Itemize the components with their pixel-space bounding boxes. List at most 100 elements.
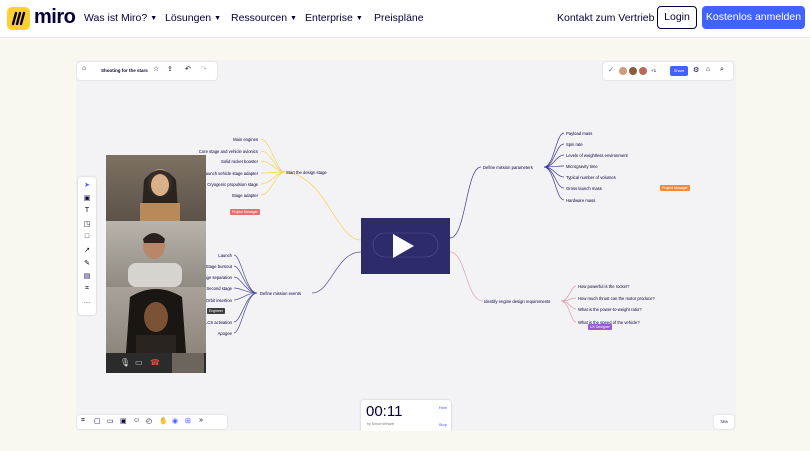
miro-logo-icon[interactable] [7, 7, 30, 30]
timer-widget: 00:11 by Simon Weaver Hide Stop [361, 400, 451, 431]
cursor-tag: Project Manager [230, 209, 260, 215]
chevron-down-icon: ▼ [355, 15, 363, 22]
leaf-label[interactable]: Microgravity time [566, 164, 598, 169]
timer-value: 00:11 [366, 403, 403, 420]
pen-icon[interactable]: ✎ [78, 259, 96, 267]
nav-item-was-ist-miro[interactable]: Was ist Miro? ▼ [84, 12, 157, 24]
home-icon[interactable]: ⌂ [82, 65, 86, 72]
participant-video [106, 221, 206, 287]
leaf-label[interactable]: Stage adapter [232, 193, 259, 198]
participant-video [106, 287, 206, 353]
login-button[interactable]: Login [657, 6, 697, 29]
comment-icon[interactable]: ▤ [78, 272, 96, 280]
more-collaborators-count[interactable]: +1 [651, 68, 656, 73]
star-icon[interactable]: ☆ [153, 65, 159, 73]
branch-label[interactable]: Define mission events [260, 291, 301, 296]
leaf-label[interactable]: Apogee [218, 331, 233, 336]
leaf-label[interactable]: Launch [218, 253, 232, 258]
video-player[interactable] [361, 218, 450, 274]
undo-icon[interactable]: ↶ [185, 65, 191, 73]
comments-icon[interactable]: ▢ [94, 417, 101, 425]
chat-icon[interactable]: ▭ [107, 417, 114, 425]
leaf-label[interactable]: Cryogenic propulsion stage [207, 182, 258, 187]
branch-label[interactable]: Define mission parameters [483, 165, 533, 170]
nav-item-enterprise[interactable]: Enterprise ▼ [305, 12, 363, 24]
leaf-label[interactable]: Stage burnout [206, 264, 233, 269]
nav-item-preisplaene[interactable]: Preispläne [374, 12, 424, 24]
frame-icon[interactable]: ▣ [78, 194, 96, 202]
leaf-label[interactable]: Payload mass [566, 131, 592, 136]
leaf-label[interactable]: Second stage [206, 286, 232, 291]
avatar[interactable] [638, 66, 648, 76]
participant-avatar-icon [126, 289, 186, 353]
branch-label[interactable]: Identify engine design requirements [484, 299, 550, 304]
share-button[interactable]: Share [670, 66, 688, 76]
zoom-level[interactable]: 78% [714, 415, 734, 429]
timer-stop-button[interactable]: Stop [439, 422, 447, 427]
branch-label[interactable]: Start the design stage [286, 170, 327, 175]
cursor-tag: Project Manager [660, 185, 690, 191]
chevron-down-icon: ▼ [290, 15, 297, 22]
chevron-down-icon: ▼ [150, 15, 158, 22]
hang-up-icon[interactable]: ☎ [150, 358, 160, 367]
participant-avatar-icon [128, 233, 182, 287]
more-icon[interactable]: » [199, 417, 203, 424]
search-icon[interactable]: ⌕ [720, 66, 724, 74]
video-call-panel[interactable]: 🎙 ▭ ☎ [106, 155, 206, 373]
call-controls: 🎙 ▭ ☎ [106, 353, 206, 373]
nav-item-loesungen[interactable]: Lösungen ▼ [165, 12, 221, 24]
video-icon[interactable]: ▣ [120, 417, 127, 425]
leaf-label[interactable]: Hardware mass [566, 198, 595, 203]
leaf-label[interactable]: Spin rate [566, 142, 583, 147]
leaf-label[interactable]: How much thrust can the motor produce? [578, 296, 655, 301]
more-icon[interactable]: … [78, 298, 96, 305]
signup-button[interactable]: Kostenlos anmelden [702, 6, 805, 29]
timer-icon[interactable]: ◴ [146, 417, 152, 425]
frames-icon[interactable]: ⌗ [81, 417, 85, 425]
pointer-icon[interactable]: ✓ [608, 66, 614, 74]
avatar[interactable] [628, 66, 638, 76]
microphone-icon[interactable]: 🎙 [120, 358, 130, 367]
leaf-label[interactable]: What is the power-to-weight ratio? [578, 307, 642, 312]
settings-icon[interactable]: ⚙ [693, 66, 699, 74]
avatar[interactable] [618, 66, 628, 76]
timer-hide-button[interactable]: Hide [439, 405, 447, 410]
cursor-tag: UX Designer [588, 324, 612, 330]
leaf-label[interactable]: How powerful is the rocket? [578, 284, 630, 289]
play-icon[interactable] [393, 234, 414, 258]
apps-icon[interactable]: ◉ [172, 417, 178, 425]
participant-video [106, 155, 206, 221]
leaf-label[interactable]: Main engines [233, 137, 258, 142]
nav-item-ressourcen[interactable]: Ressourcen ▼ [231, 12, 297, 24]
leaf-label[interactable]: LCS activation [205, 320, 233, 325]
camera-icon[interactable]: ▭ [135, 358, 143, 367]
leaf-label[interactable]: Orbit insertion [206, 298, 233, 303]
reactions-icon[interactable]: ☺ [133, 417, 140, 424]
redo-icon[interactable]: ↷ [201, 65, 207, 73]
board-title[interactable]: Shooting for the stars [101, 68, 148, 73]
participant-avatar-icon [140, 169, 180, 221]
cursor-tag: Engineer [207, 308, 226, 314]
leaf-label[interactable]: Core stage and vehicle avionics [199, 149, 258, 154]
leaf-label[interactable]: Levels of weightless environment [566, 153, 629, 158]
grid-apps-icon[interactable]: ⊞ [185, 417, 191, 425]
vote-icon[interactable]: ✋ [159, 417, 168, 425]
self-view-thumbnail [172, 353, 204, 373]
present-icon[interactable]: ⌂ [706, 66, 710, 73]
connector-icon[interactable]: ↗ [78, 246, 96, 254]
export-icon[interactable]: ⇪ [167, 65, 173, 73]
sales-contact-link[interactable]: Kontakt zum Vertrieb [557, 12, 654, 24]
leaf-label[interactable]: Gross launch mass [566, 186, 602, 191]
text-icon[interactable]: T [78, 207, 96, 214]
bottom-toolbar: ⌗ ▢ ▭ ▣ ☺ ◴ ✋ ◉ ⊞ » [77, 415, 227, 429]
grid-icon[interactable]: ⌗ [78, 285, 96, 293]
sticky-note-icon[interactable]: ◳ [78, 220, 96, 228]
leaf-label[interactable]: Solid rocket booster [221, 159, 259, 164]
cursor-icon[interactable]: ➤ [78, 181, 96, 189]
leaf-label[interactable]: Launch vehicle stage adapter [203, 171, 258, 176]
board-canvas[interactable]: Start the design stage Main engines Core… [76, 60, 736, 431]
chevron-down-icon: ▼ [214, 15, 222, 22]
shape-icon[interactable]: □ [78, 233, 96, 240]
brand-name[interactable]: miro [34, 6, 76, 29]
leaf-label[interactable]: Typical number of volumes [566, 175, 616, 180]
